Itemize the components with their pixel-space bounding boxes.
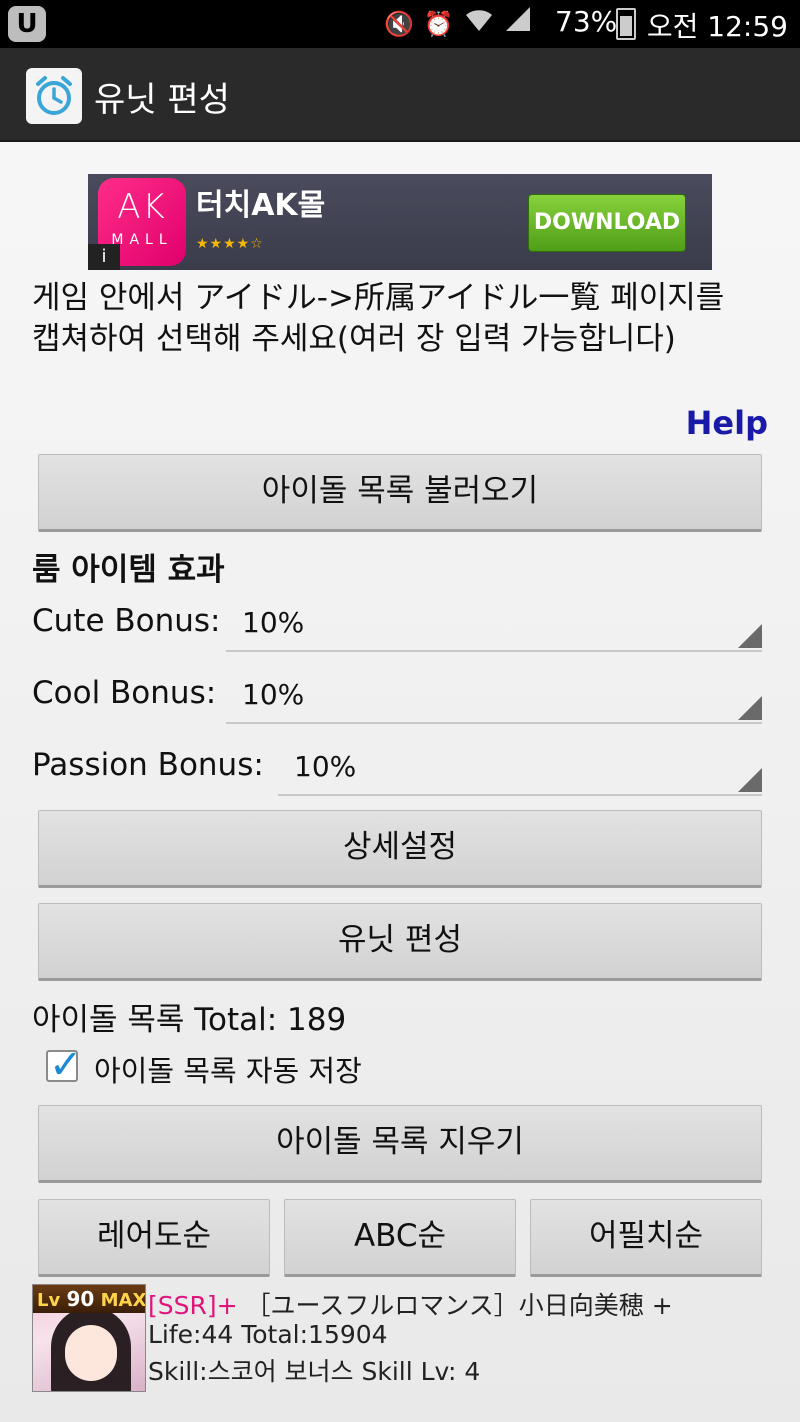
autosave-label[interactable]: 아이돌 목록 자동 저장 [94, 1048, 362, 1090]
cool-bonus-value: 10% [242, 678, 305, 711]
ad-download-button[interactable]: DOWNLOAD [528, 194, 686, 252]
instructions-text: 게임 안에서 アイドル->所属アイドル一覧 페이지를 캡쳐하여 선택해 주세요(… [32, 280, 725, 357]
battery-icon [616, 8, 636, 40]
clear-idol-list-button[interactable]: 아이돌 목록 지우기 [38, 1105, 762, 1183]
idol-level: 90 [66, 1287, 95, 1311]
page-title: 유닛 편성 [94, 80, 230, 120]
cute-bonus-row: Cute Bonus: 10% [32, 596, 762, 656]
idol-list-item[interactable]: Lv 90 MAX [SSR]+ ［ユースフルロマンス］小日向美穂 + Life… [32, 1284, 772, 1392]
action-bar: 유닛 편성 [0, 48, 800, 142]
passion-bonus-label: Passion Bonus: [32, 747, 264, 783]
wifi-icon [464, 5, 494, 43]
idol-face-shape [65, 1325, 117, 1381]
idol-rarity: [SSR]+ [148, 1291, 238, 1320]
ad-banner[interactable]: AK MALL i 터치AK몰 ★★★★☆ DOWNLOAD [88, 174, 712, 270]
notification-app-icon: U [8, 6, 46, 42]
cool-bonus-label: Cool Bonus: [32, 675, 217, 711]
idol-total: 아이돌 목록 Total: 189 [32, 1002, 347, 1038]
dropdown-arrow-icon [738, 696, 762, 720]
passion-bonus-row: Passion Bonus: 10% [32, 740, 762, 800]
clock: 오전 12:59 [646, 10, 788, 43]
unit-form-button[interactable]: 유닛 편성 [38, 903, 762, 981]
dropdown-arrow-icon [738, 768, 762, 792]
passion-bonus-spinner[interactable]: 10% [278, 744, 762, 796]
dropdown-arrow-icon [738, 624, 762, 648]
cute-bonus-spinner[interactable]: 10% [226, 600, 762, 652]
alarm-icon: ⏰ [423, 10, 454, 38]
idol-thumbnail: Lv 90 MAX [32, 1284, 146, 1392]
status-bar: U 🔇 ⏰ 73% 오전 12:59 [0, 0, 800, 48]
cute-bonus-label: Cute Bonus: [32, 603, 221, 639]
ad-rating-stars: ★★★★☆ [196, 236, 264, 252]
passion-bonus-value: 10% [294, 750, 357, 783]
idol-level-max: MAX [100, 1290, 146, 1311]
ad-info-icon[interactable]: i [88, 244, 120, 270]
room-effect-title: 룸 아이템 효과 [32, 552, 225, 588]
cool-bonus-row: Cool Bonus: 10% [32, 668, 762, 728]
sort-rarity-button[interactable]: 레어도순 [38, 1199, 270, 1277]
idol-skill: Skill:스코어 보너스 Skill Lv: 4 [148, 1357, 481, 1386]
autosave-checkbox[interactable] [46, 1042, 83, 1088]
ad-logo-text: AK [117, 187, 167, 227]
cute-bonus-value: 10% [242, 606, 305, 639]
battery-percent: 73% [555, 5, 618, 38]
sort-appeal-button[interactable]: 어필치순 [530, 1199, 762, 1277]
mute-icon: 🔇 [384, 10, 414, 38]
idol-level-prefix: Lv [37, 1290, 61, 1311]
idol-level-badge: Lv 90 MAX [33, 1285, 146, 1313]
alarm-clock-app-icon[interactable] [26, 68, 82, 124]
idol-name-line: [SSR]+ ［ユースフルロマンス］小日向美穂 + [148, 1286, 673, 1322]
sort-abc-button[interactable]: ABC순 [284, 1199, 516, 1277]
help-link[interactable]: Help [686, 404, 768, 442]
idol-stats: Life:44 Total:15904 [148, 1320, 388, 1349]
load-idol-list-button[interactable]: 아이돌 목록 불러오기 [38, 454, 762, 532]
detail-settings-button[interactable]: 상세설정 [38, 810, 762, 888]
status-icons: 🔇 ⏰ [384, 6, 532, 42]
cool-bonus-spinner[interactable]: 10% [226, 672, 762, 724]
ad-title: 터치AK몰 [196, 188, 326, 223]
idol-name: ［ユースフルロマンス］小日向美穂 + [237, 1291, 673, 1320]
signal-icon [504, 5, 532, 43]
